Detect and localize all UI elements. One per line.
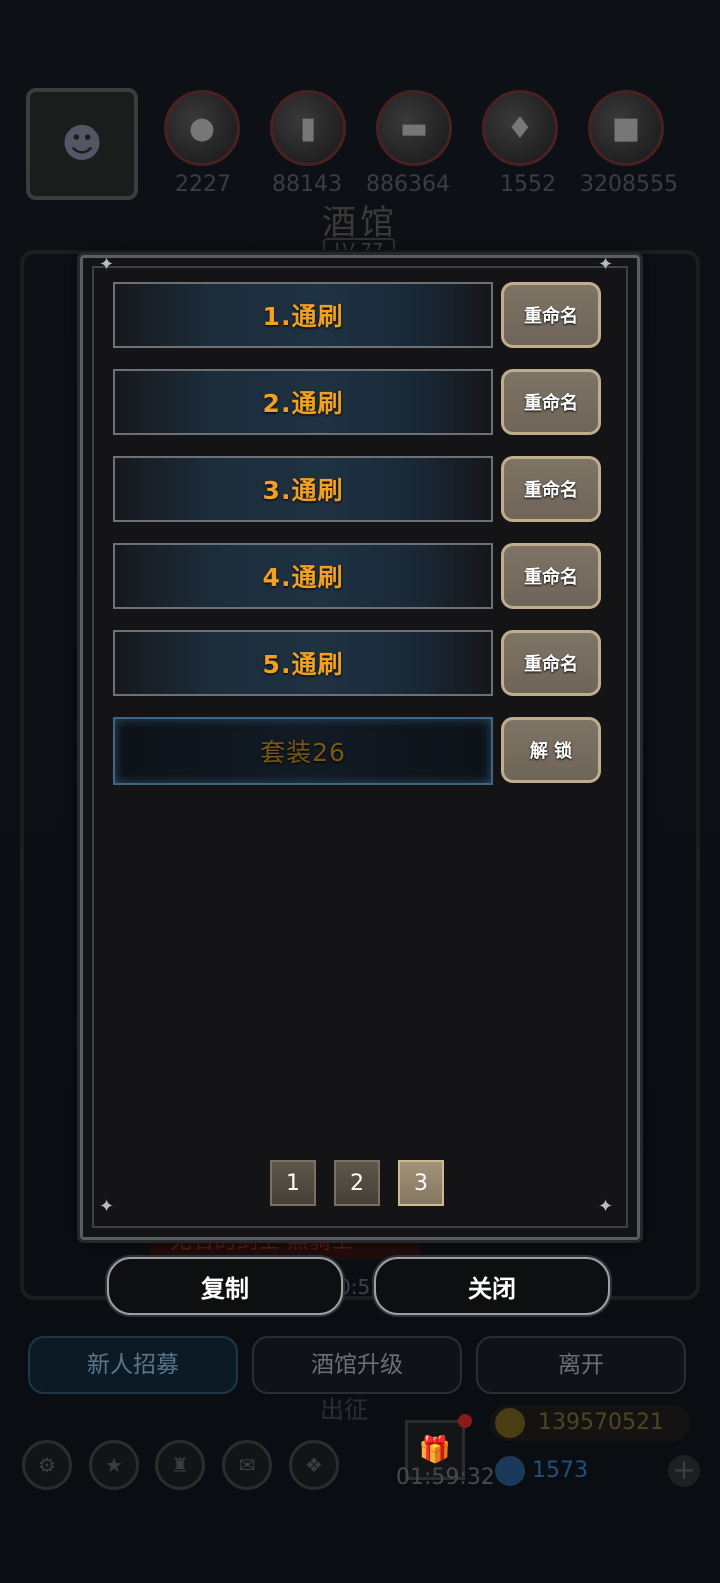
meat-icon[interactable]: ● [164, 90, 240, 166]
settings-icon[interactable]: ⚙ [22, 1440, 72, 1490]
meat-count: 2227 [175, 172, 231, 197]
unlock-button[interactable]: 解 锁 [501, 717, 601, 783]
notification-dot [458, 1414, 472, 1428]
wood-count: 88143 [272, 172, 342, 197]
gem-icon [495, 1456, 525, 1486]
set-slot-label: 5.通刷 [262, 650, 344, 679]
crystal-icon[interactable]: ♦ [482, 90, 558, 166]
portrait-icon[interactable]: ☻ [26, 88, 138, 200]
gem-amount: 1573 [532, 1458, 588, 1483]
stone-icon[interactable]: ■ [588, 90, 664, 166]
set-slot-label: 4.通刷 [262, 563, 344, 592]
rename-button[interactable]: 重命名 [501, 369, 601, 435]
set-slot-3[interactable]: 3.通刷 [113, 456, 493, 522]
stone-count: 3208555 [580, 172, 678, 197]
page-button-3[interactable]: 3 [398, 1160, 444, 1206]
rename-button[interactable]: 重命名 [501, 543, 601, 609]
page-button-1[interactable]: 1 [270, 1160, 316, 1206]
star-icon[interactable]: ★ [89, 1440, 139, 1490]
gold-amount: 139570521 [538, 1410, 664, 1435]
iron-count: 886364 [366, 172, 450, 197]
copy-button[interactable]: 复制 [107, 1257, 343, 1315]
set-slot-locked[interactable]: 套装26 [113, 717, 493, 785]
tavern-upgrade-button[interactable]: 酒馆升级 [252, 1336, 462, 1394]
gold-icon [495, 1408, 525, 1438]
rename-button[interactable]: 重命名 [501, 456, 601, 522]
add-currency-button[interactable]: + [668, 1455, 700, 1487]
set-slot-1[interactable]: 1.通刷 [113, 282, 493, 348]
set-slot-2[interactable]: 2.通刷 [113, 369, 493, 435]
set-slot-5[interactable]: 5.通刷 [113, 630, 493, 696]
set-slot-label: 3.通刷 [262, 476, 344, 505]
corner-ornament-icon: ✦ [598, 254, 614, 275]
corner-ornament-icon: ✦ [598, 1196, 614, 1217]
new-recruit-button[interactable]: 新人招募 [28, 1336, 238, 1394]
corner-ornament-icon: ✦ [99, 254, 115, 275]
tavern-title: 酒馆 [322, 203, 398, 243]
set-slot-label: 1.通刷 [262, 302, 344, 331]
set-slot-label: 2.通刷 [262, 389, 344, 418]
cube-icon[interactable]: ❖ [289, 1440, 339, 1490]
set-slot-label: 套装26 [260, 738, 346, 767]
leave-button[interactable]: 离开 [476, 1336, 686, 1394]
dispatch-label: 出征 [320, 1396, 368, 1424]
rename-button[interactable]: 重命名 [501, 630, 601, 696]
page-button-2[interactable]: 2 [334, 1160, 380, 1206]
close-button[interactable]: 关闭 [374, 1257, 610, 1315]
countdown-timer: 01:59:32 [396, 1465, 495, 1490]
wood-icon[interactable]: ▮ [270, 90, 346, 166]
mail-icon[interactable]: ✉ [222, 1440, 272, 1490]
crystal-count: 1552 [500, 172, 556, 197]
iron-icon[interactable]: ▬ [376, 90, 452, 166]
corner-ornament-icon: ✦ [99, 1196, 115, 1217]
castle-icon[interactable]: ♜ [155, 1440, 205, 1490]
set-slot-4[interactable]: 4.通刷 [113, 543, 493, 609]
rename-button[interactable]: 重命名 [501, 282, 601, 348]
